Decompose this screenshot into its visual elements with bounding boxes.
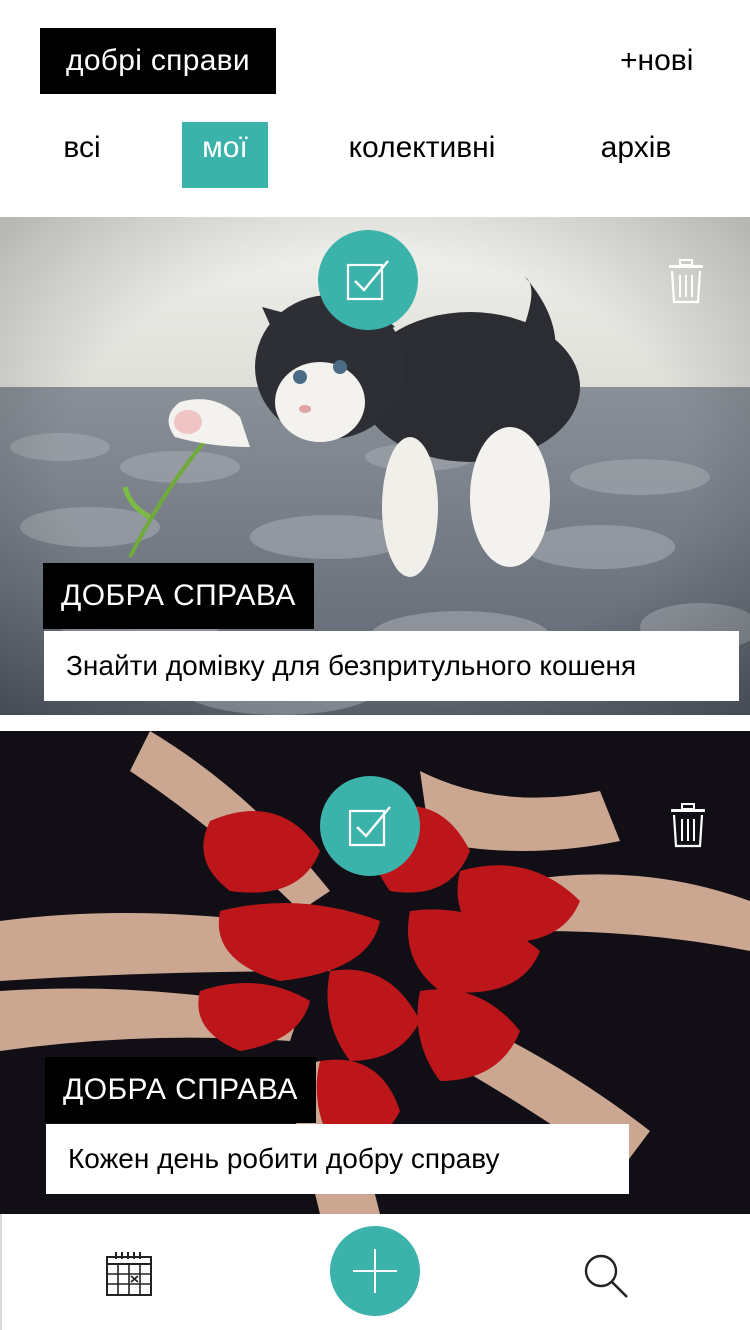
app-title: добрі справи xyxy=(40,28,276,94)
trash-icon[interactable] xyxy=(666,257,706,305)
deed-title: Кожен день робити добру справу xyxy=(46,1124,629,1194)
deed-card[interactable]: ДОБРА СПРАВА Кожен день робити добру спр… xyxy=(0,731,750,1214)
add-deed-button[interactable] xyxy=(330,1226,420,1316)
check-icon xyxy=(346,260,389,301)
tab-collective[interactable]: колективні xyxy=(330,122,514,188)
check-icon xyxy=(348,806,391,847)
filter-tabs: всі мої колективні архів xyxy=(0,122,750,188)
tab-archive[interactable]: архів xyxy=(584,122,688,188)
search-icon[interactable] xyxy=(582,1252,630,1300)
calendar-icon[interactable] xyxy=(104,1250,154,1298)
new-button[interactable]: +нові xyxy=(620,44,693,78)
tab-mine[interactable]: мої xyxy=(182,122,268,188)
deed-title: Знайти домівку для безпритульного кошеня xyxy=(44,631,739,701)
mark-done-button[interactable] xyxy=(318,230,418,330)
deed-category-label: ДОБРА СПРАВА xyxy=(45,1057,316,1123)
plus-icon xyxy=(353,1249,397,1293)
deed-category-label: ДОБРА СПРАВА xyxy=(43,563,314,629)
deed-card[interactable]: ДОБРА СПРАВА Знайти домівку для безприту… xyxy=(0,217,750,715)
trash-icon[interactable] xyxy=(668,801,708,849)
mark-done-button[interactable] xyxy=(320,776,420,876)
tab-all[interactable]: всі xyxy=(40,122,124,188)
